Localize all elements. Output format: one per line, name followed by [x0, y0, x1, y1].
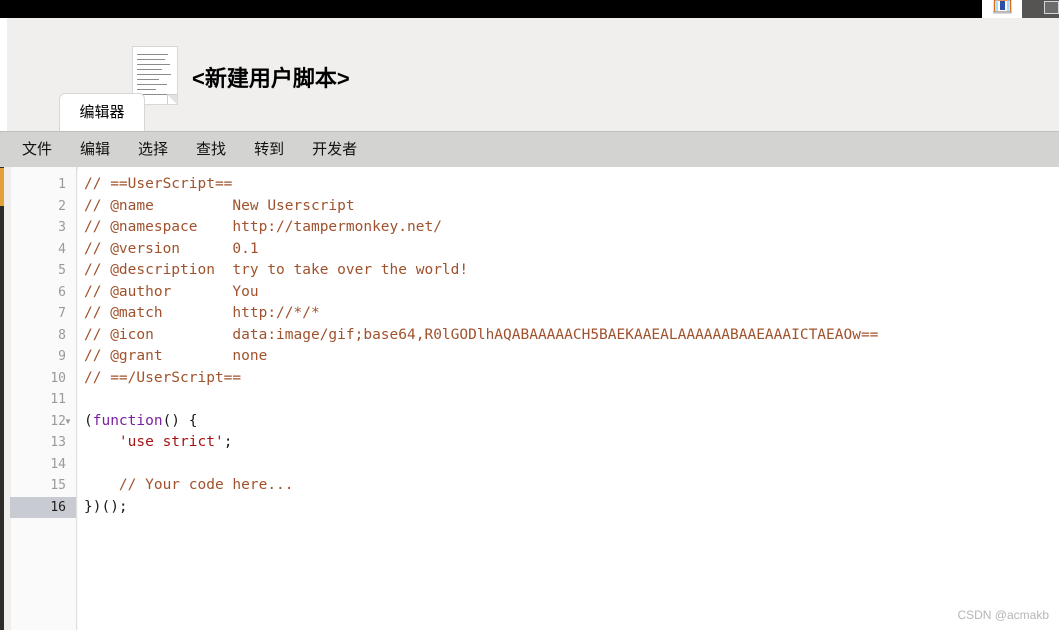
window-control-inner [1044, 1, 1059, 14]
menu-item-file[interactable]: 文件 [12, 133, 62, 167]
tampermonkey-editor-window: <新建用户脚本> 编辑器 文件 编辑 选择 查找 转到 开发者 12345678… [0, 0, 1059, 630]
code-token-punct: () { [162, 412, 198, 429]
code-token-comment: // @author You [84, 283, 259, 300]
code-line[interactable]: // @description try to take over the wor… [84, 260, 468, 282]
tab-editor[interactable]: 编辑器 [59, 93, 145, 131]
menu-item-goto[interactable]: 转到 [244, 133, 294, 167]
line-number[interactable]: 6 [10, 282, 66, 304]
page-title: <新建用户脚本> [192, 66, 350, 91]
code-token-comment: // ==UserScript== [84, 176, 233, 192]
code-line[interactable]: // @icon data:image/gif;base64,R0lGODlhA… [84, 325, 878, 347]
line-number[interactable]: 12 [10, 411, 66, 433]
menu-item-edit[interactable]: 编辑 [70, 133, 120, 167]
code-line[interactable]: // @version 0.1 [84, 239, 259, 261]
code-token-comment: // @version 0.1 [84, 240, 259, 257]
line-number[interactable]: 14 [10, 454, 66, 476]
tab-strip: 编辑器 [0, 93, 1059, 131]
code-token-comment: // ==/UserScript== [84, 369, 242, 386]
page-header: <新建用户脚本> 编辑器 [0, 18, 1059, 131]
code-token-comment: // @namespace http://tampermonkey.net/ [84, 219, 442, 235]
code-token-comment: // @name New Userscript [84, 197, 355, 214]
code-token-string: 'use strict' [118, 434, 224, 450]
code-token-keyword: function [92, 412, 163, 429]
line-number[interactable]: 5 [10, 260, 66, 282]
save-icon[interactable] [993, 0, 1012, 17]
code-line[interactable]: // ==UserScript== [84, 174, 232, 196]
code-token-punct: })(); [84, 498, 128, 515]
line-number[interactable]: 9 [10, 346, 66, 368]
watermark: CSDN @acmakb [957, 608, 1049, 622]
code-token-comment: // Your code here... [118, 477, 294, 493]
code-token-comment: // @match http://*/* [84, 305, 320, 321]
line-number[interactable]: 4 [10, 239, 66, 261]
code-area[interactable]: // ==UserScript== // @name New Userscript… [78, 167, 1059, 630]
code-line[interactable]: // ==/UserScript== [84, 368, 241, 390]
code-token-punct: ( [84, 412, 93, 429]
line-number[interactable]: 15 [10, 475, 66, 497]
code-line[interactable]: // @grant none [84, 346, 267, 368]
code-line[interactable]: // @namespace http://tampermonkey.net/ [84, 217, 442, 239]
line-number[interactable]: 1 [10, 174, 66, 196]
code-token-punct: ; [223, 434, 233, 450]
browser-top-strip [0, 0, 982, 18]
code-line[interactable]: // @author You [84, 282, 259, 304]
menu-item-developer[interactable]: 开发者 [302, 133, 367, 167]
code-line[interactable]: })(); [84, 497, 128, 519]
menu-item-selection[interactable]: 选择 [128, 133, 178, 167]
line-number-gutter[interactable]: 1 2 3 4 5 6 7 8 9 10 11 12 ▼ 13 14 15 16 [10, 167, 77, 630]
line-number[interactable]: 11 [10, 389, 66, 411]
line-number[interactable]: 10 [10, 368, 66, 390]
code-editor[interactable]: 1 2 3 4 5 6 7 8 9 10 11 12 ▼ 13 14 15 16 // ==UserScript… [0, 167, 1059, 630]
code-line[interactable]: // Your code here... [84, 475, 294, 497]
line-number[interactable]: 8 [10, 325, 66, 347]
code-token-comment: // @description try to take over the wor… [84, 262, 469, 278]
code-line[interactable]: (function() { [84, 411, 198, 433]
menu-item-find[interactable]: 查找 [186, 133, 236, 167]
code-token-comment: // @grant none [84, 348, 268, 364]
line-number[interactable]: 3 [10, 217, 66, 239]
tab-editor-label: 编辑器 [79, 104, 125, 121]
code-line[interactable]: 'use strict'; [84, 432, 233, 454]
window-control-button[interactable] [1022, 0, 1059, 18]
code-token-comment: // @icon data:image/gif;base64,R0lGODlhA… [84, 326, 879, 343]
code-line[interactable]: // @name New Userscript [84, 196, 355, 218]
line-number[interactable]: 2 [10, 196, 66, 218]
code-line[interactable]: // @match http://*/* [84, 303, 320, 325]
menu-bar: 文件 编辑 选择 查找 转到 开发者 [0, 131, 1059, 167]
line-number[interactable]: 13 [10, 432, 66, 454]
line-number[interactable]: 16 [10, 496, 76, 518]
chevron-down-icon[interactable]: ▼ [63, 411, 73, 433]
line-number[interactable]: 7 [10, 303, 66, 325]
